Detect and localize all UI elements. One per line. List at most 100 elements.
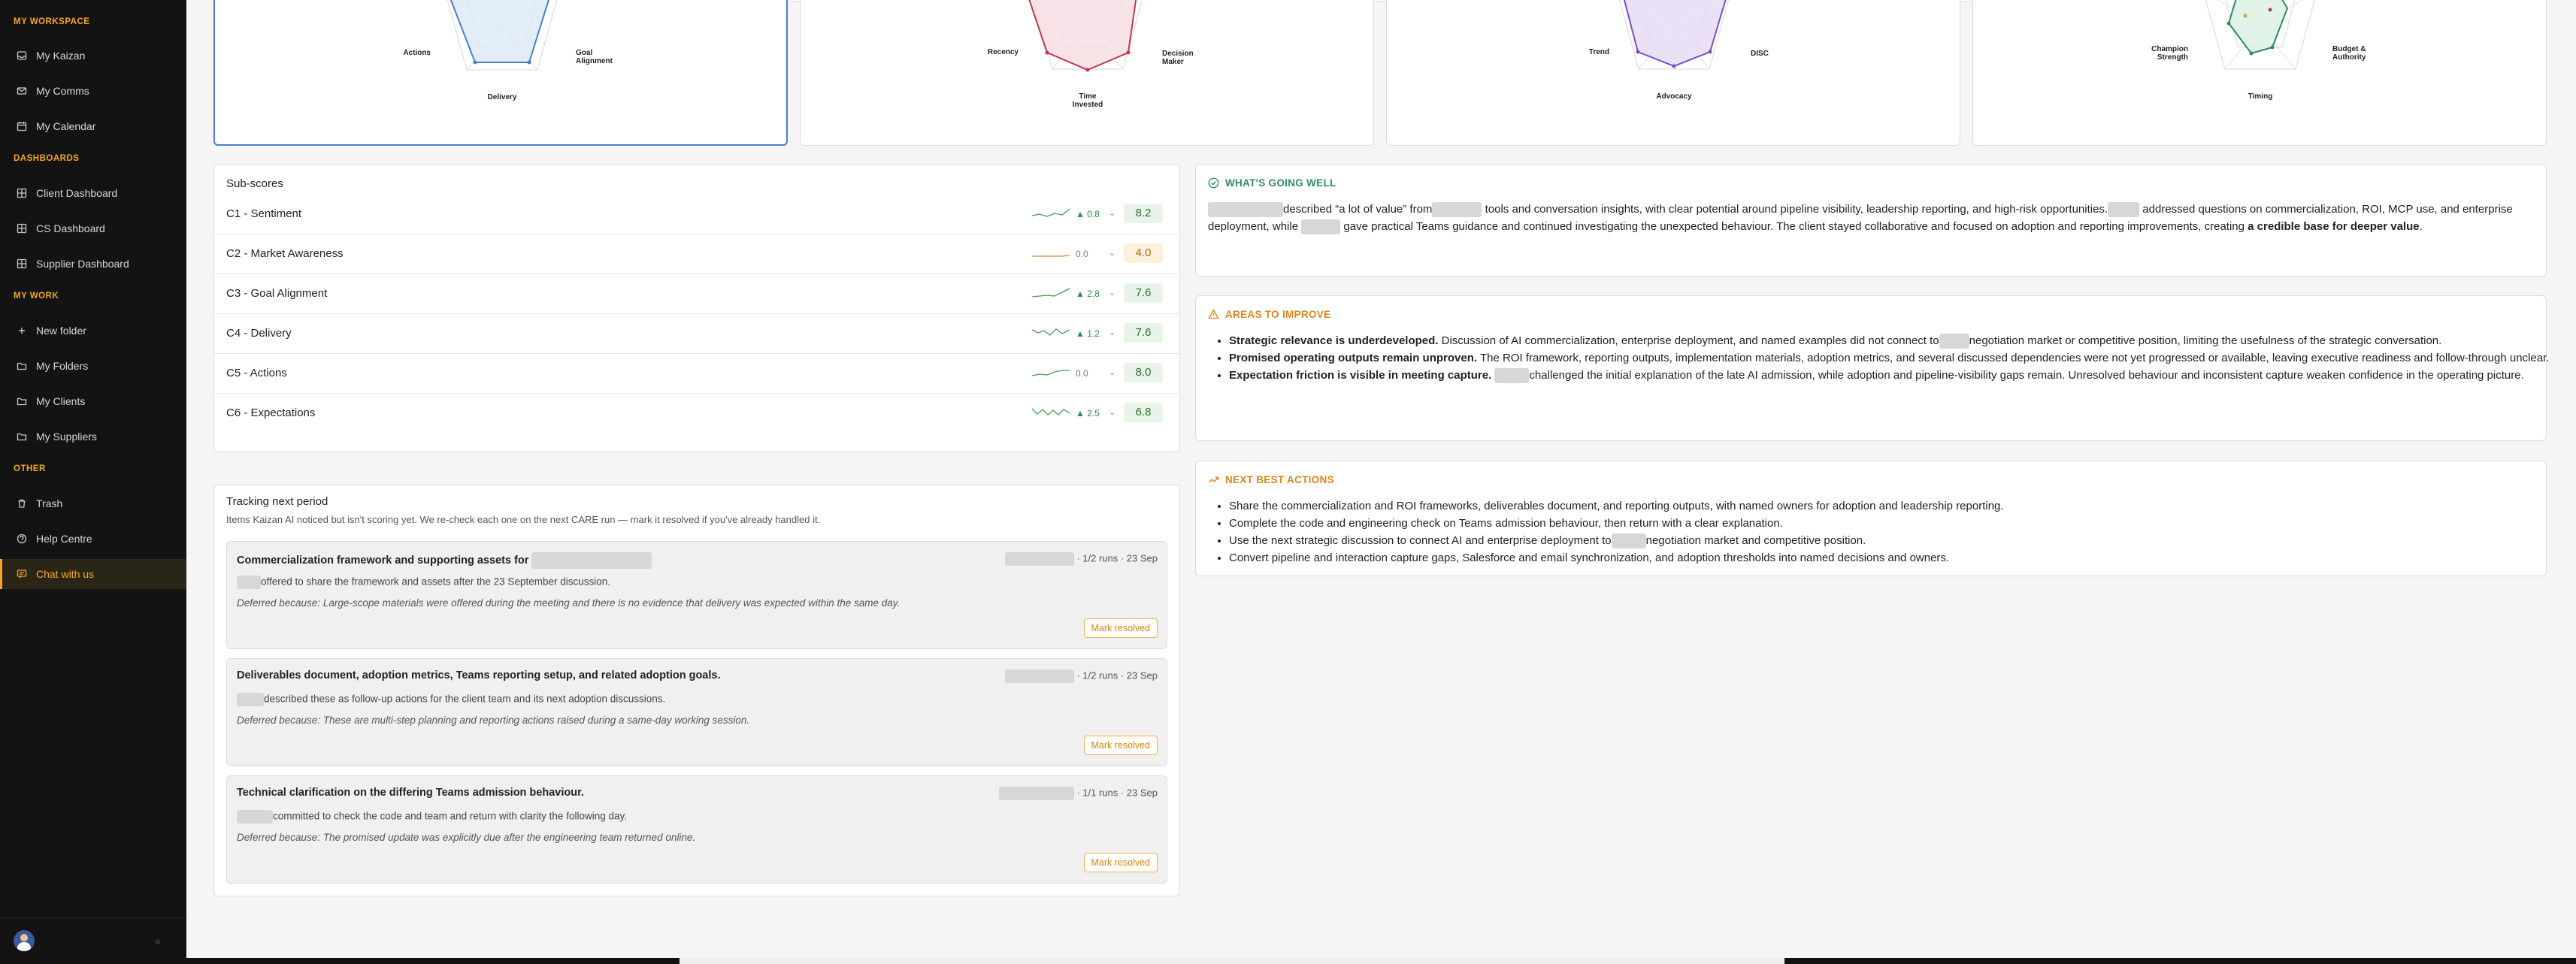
sparkline xyxy=(1031,288,1070,298)
chevron-down-icon[interactable]: ⌄ xyxy=(1109,288,1115,298)
list-item: Use the next strategic discussion to con… xyxy=(1229,532,2550,549)
list-item: Convert pipeline and interaction capture… xyxy=(1229,549,2550,567)
radar-label-right: Budget & Authority xyxy=(2332,45,2366,62)
subscore-row[interactable]: C6 - Expectations ▲ 2.5 ⌄ 6.8 xyxy=(214,394,1179,434)
sidebar-item-label: New folder xyxy=(36,325,86,337)
sidebar-item-my-kaizan[interactable]: My Kaizan xyxy=(0,41,186,71)
tracking-item-title: Commercialization framework and supporti… xyxy=(237,552,652,569)
mark-resolved-button[interactable]: Mark resolved xyxy=(1083,736,1158,755)
chat-icon xyxy=(17,570,27,579)
chevron-double-left-icon[interactable]: « xyxy=(155,935,161,947)
radar-label-bottom: Delivery xyxy=(487,93,517,101)
subscore-value: 4.0 xyxy=(1124,243,1163,263)
tracking-item: Technical clarification on the differing… xyxy=(226,775,1167,884)
subscore-row[interactable]: C2 - Market Awareness 0.0 ⌄ 4.0 xyxy=(214,234,1179,274)
section-title-workspace: MY WORKSPACE xyxy=(14,17,90,26)
subscore-row[interactable]: C3 - Goal Alignment ▲ 2.8 ⌄ 7.6 xyxy=(214,274,1179,314)
tracking-item-desc: described these as follow-up actions for… xyxy=(237,693,665,706)
chevron-down-icon[interactable]: ⌄ xyxy=(1109,407,1115,417)
radar-card-3[interactable]: Trend DISC Advocacy xyxy=(1386,0,1960,146)
sidebar-item-label: My Clients xyxy=(36,395,86,407)
radar-chart-2 xyxy=(1028,0,1143,72)
chevron-down-icon[interactable]: ⌄ xyxy=(1109,367,1115,377)
tracking-item-title: Deliverables document, adoption metrics,… xyxy=(237,669,721,681)
radar-card-1[interactable]: Actions Goal Alignment Delivery xyxy=(213,0,788,146)
sidebar-item-my-clients[interactable]: My Clients xyxy=(0,386,186,416)
sidebar-item-my-calendar[interactable]: My Calendar xyxy=(0,111,186,141)
subscore-delta: 0.0 xyxy=(1076,368,1088,379)
radar-label-bottom: Advocacy xyxy=(1656,92,1692,101)
radar-card-4[interactable]: Champion Strength Budget & Authority Tim… xyxy=(1972,0,2547,146)
section-title-my-work: MY WORK xyxy=(14,292,59,301)
avatar[interactable] xyxy=(14,930,35,951)
sidebar-footer: « xyxy=(0,917,186,964)
horizontal-scrollbar[interactable] xyxy=(186,958,2576,964)
sidebar-item-chat-with-us[interactable]: Chat with us xyxy=(0,559,186,589)
redacted-name xyxy=(237,810,273,823)
tracking-item-meta: · 1/1 runs · 23 Sep xyxy=(998,787,1158,800)
plus-icon xyxy=(19,328,25,334)
sidebar-item-supplier-dashboard[interactable]: Supplier Dashboard xyxy=(0,249,186,279)
subscore-row[interactable]: C4 - Delivery ▲ 1.2 ⌄ 7.6 xyxy=(214,314,1179,354)
list-item: Promised operating outputs remain unprov… xyxy=(1229,349,2550,367)
next-actions-card: NEXT BEST ACTIONS Share the commercializ… xyxy=(1195,461,2547,576)
grid-icon xyxy=(17,258,27,269)
folder-icon xyxy=(17,362,27,370)
chevron-down-icon[interactable]: ⌄ xyxy=(1109,248,1115,258)
sidebar-item-label: Chat with us xyxy=(36,568,95,580)
scrollbar-thumb[interactable] xyxy=(680,958,1784,964)
trend-up-icon xyxy=(1209,476,1219,483)
radar-label-left: Actions xyxy=(403,49,431,57)
sidebar-item-help-centre[interactable]: Help Centre xyxy=(0,524,186,554)
subscores-title: Sub-scores xyxy=(226,177,283,190)
redacted-name xyxy=(1939,334,1969,349)
sidebar-item-trash[interactable]: Trash xyxy=(0,488,186,518)
subscore-delta: ▲ 1.2 xyxy=(1076,328,1100,339)
sidebar-item-new-folder[interactable]: New folder xyxy=(0,316,186,346)
subscore-label: C6 - Expectations xyxy=(226,406,316,419)
subscore-row[interactable]: C5 - Actions 0.0 ⌄ 8.0 xyxy=(214,354,1179,394)
tracking-item-deferred: Deferred because: The promised update wa… xyxy=(237,832,696,843)
help-icon xyxy=(17,533,27,544)
mark-resolved-button[interactable]: Mark resolved xyxy=(1083,618,1158,638)
sidebar-item-cs-dashboard[interactable]: CS Dashboard xyxy=(0,213,186,243)
subscore-delta: 0.0 xyxy=(1076,249,1088,259)
sidebar: MY WORKSPACE My Kaizan My Comms My Calen… xyxy=(0,0,186,964)
scrollbar-segment xyxy=(1784,958,2576,964)
check-circle-icon xyxy=(1208,177,1219,189)
redacted-name xyxy=(1494,368,1530,384)
sidebar-item-my-suppliers[interactable]: My Suppliers xyxy=(0,422,186,452)
sidebar-item-client-dashboard[interactable]: Client Dashboard xyxy=(0,178,186,208)
tracking-item-title: Technical clarification on the differing… xyxy=(237,787,584,799)
tracking-subtitle: Items Kaizan AI noticed but isn't scorin… xyxy=(226,514,821,525)
sidebar-item-my-comms[interactable]: My Comms xyxy=(0,76,186,106)
redacted-name xyxy=(237,576,261,589)
radar-label-left: Champion Strength xyxy=(2151,45,2188,62)
radar-label-bottom: Timing xyxy=(2248,92,2273,101)
list-item: Expectation friction is visible in meeti… xyxy=(1229,367,2550,384)
mark-resolved-button[interactable]: Mark resolved xyxy=(1083,853,1158,872)
section-title-other: OTHER xyxy=(14,464,46,473)
radar-label-left: Trend xyxy=(1588,48,1609,56)
chevron-down-icon[interactable]: ⌄ xyxy=(1109,328,1115,337)
sidebar-item-my-folders[interactable]: My Folders xyxy=(0,351,186,381)
radar-chart-3 xyxy=(1619,0,1729,70)
sparkline xyxy=(1031,408,1070,416)
sidebar-item-label: Help Centre xyxy=(36,533,92,545)
chevron-down-icon[interactable]: ⌄ xyxy=(1109,208,1115,218)
tracking-item-deferred: Deferred because: These are multi-step p… xyxy=(237,715,750,726)
sparkline xyxy=(1031,208,1070,217)
subscore-label: C1 - Sentiment xyxy=(226,207,302,220)
subscore-delta: ▲ 2.8 xyxy=(1076,289,1100,299)
subscore-row[interactable]: C1 - Sentiment ▲ 0.8 ⌄ 8.2 xyxy=(214,195,1179,234)
radar-card-2[interactable]: Recency Decision Maker Time Invested xyxy=(800,0,1374,146)
radar-chart-1 xyxy=(446,0,558,71)
radar-label-left: Recency xyxy=(987,48,1019,56)
redacted-name xyxy=(1301,219,1341,235)
sparkline xyxy=(1032,255,1070,257)
sidebar-item-label: My Calendar xyxy=(36,120,96,132)
sidebar-item-label: Client Dashboard xyxy=(36,187,118,199)
improve-header: AREAS TO IMPROVE xyxy=(1208,309,1330,320)
inbox-icon xyxy=(17,51,27,60)
warning-icon xyxy=(1208,309,1219,319)
